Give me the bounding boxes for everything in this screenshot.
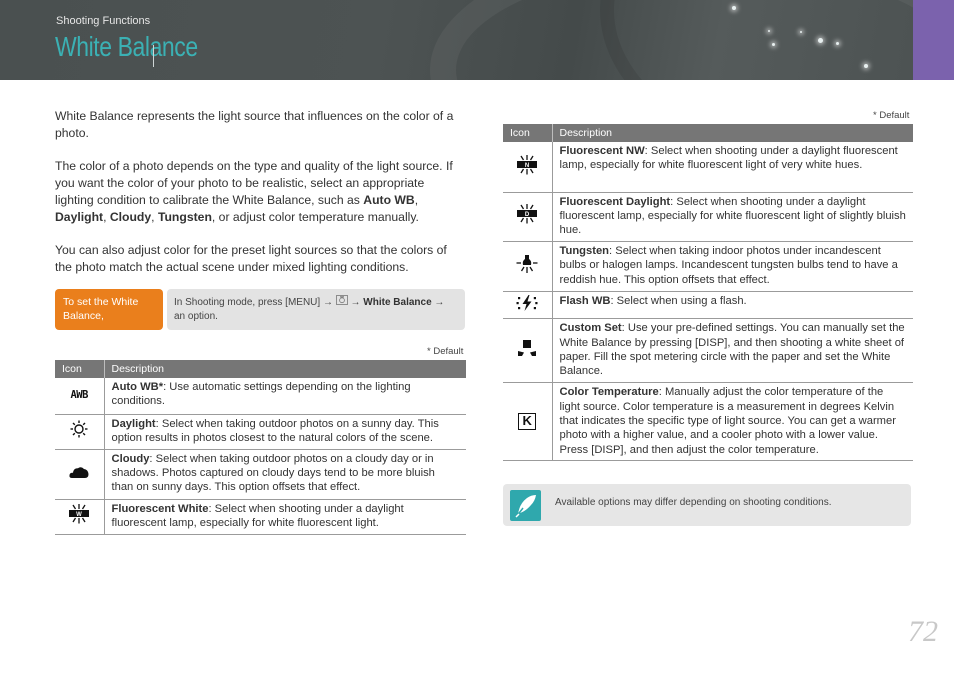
tungsten-icon <box>516 254 538 278</box>
sparkle-decoration <box>768 30 770 32</box>
default-note: * Default <box>427 346 464 357</box>
white-balance-table-left: Icon Description AWB Auto WB*: Use autom… <box>55 360 466 535</box>
sparkle-decoration <box>818 38 823 43</box>
header-decoration <box>600 0 954 80</box>
page-number: 72 <box>908 615 938 648</box>
column-header-description: Description <box>552 124 913 142</box>
table-row: Flash WB: Select when using a flash. <box>503 291 913 320</box>
sparkle-decoration <box>732 6 736 10</box>
sparkle-decoration <box>800 31 802 33</box>
fluorescent-white-icon: W <box>68 504 90 528</box>
howto-box: To set the White Balance, In Shooting mo… <box>55 289 465 330</box>
chapter-tab[interactable] <box>913 0 954 80</box>
daylight-icon <box>70 420 88 442</box>
section-label: Shooting Functions <box>56 15 151 27</box>
table-row: D Fluorescent Daylight: Select when shoo… <box>503 192 913 242</box>
color-temperature-icon: K <box>518 413 537 431</box>
fluorescent-nw-icon: N <box>516 154 538 179</box>
fluorescent-daylight-icon: D <box>516 204 538 228</box>
table-row: Daylight: Select when taking outdoor pho… <box>55 414 466 450</box>
table-row: Cloudy: Select when taking outdoor photo… <box>55 449 466 500</box>
column-header-icon: Icon <box>55 360 105 378</box>
table-row: Tungsten: Select when taking indoor phot… <box>503 241 913 292</box>
intro-text: White Balance represents the light sourc… <box>55 108 465 292</box>
svg-text:N: N <box>525 163 529 169</box>
intro-paragraph: White Balance represents the light sourc… <box>55 109 454 140</box>
page-title: White Balance <box>55 31 198 62</box>
table-row: N Fluorescent NW: Select when shooting u… <box>503 142 913 193</box>
howto-label: To set the White Balance, <box>55 289 163 330</box>
flash-wb-icon <box>516 294 538 316</box>
default-note: * Default <box>873 110 910 121</box>
table-row: Custom Set: Use your pre-defined setting… <box>503 318 913 384</box>
intro-paragraph: The color of a photo depends on the type… <box>55 159 453 224</box>
note-box: Available options may differ depending o… <box>503 484 911 526</box>
column-header-description: Description <box>104 360 466 378</box>
white-balance-table-right: Icon Description N Fluorescent NW: Selec… <box>503 124 913 462</box>
custom-set-icon <box>517 339 537 361</box>
camera-icon <box>335 295 348 310</box>
page-header: Shooting Functions White Balance <box>0 0 954 80</box>
table-row: W Fluorescent White: Select when shootin… <box>55 499 466 535</box>
intro-paragraph: You can also adjust color for the preset… <box>55 243 447 274</box>
note-text: Available options may differ depending o… <box>555 497 832 508</box>
svg-text:W: W <box>76 512 82 518</box>
sparkle-decoration <box>864 64 868 68</box>
text-cursor <box>153 45 154 67</box>
sparkle-decoration <box>772 43 775 46</box>
svg-text:D: D <box>525 212 530 218</box>
awb-icon: AWB <box>70 388 89 402</box>
column-header-icon: Icon <box>503 124 553 142</box>
table-row: K Color Temperature: Manually adjust the… <box>503 382 913 462</box>
howto-instructions: In Shooting mode, press [MENU] → → White… <box>167 289 465 330</box>
cloudy-icon <box>69 465 89 483</box>
table-row: AWB Auto WB*: Use automatic settings dep… <box>55 378 466 415</box>
pen-note-icon <box>510 490 541 521</box>
sparkle-decoration <box>836 42 839 45</box>
